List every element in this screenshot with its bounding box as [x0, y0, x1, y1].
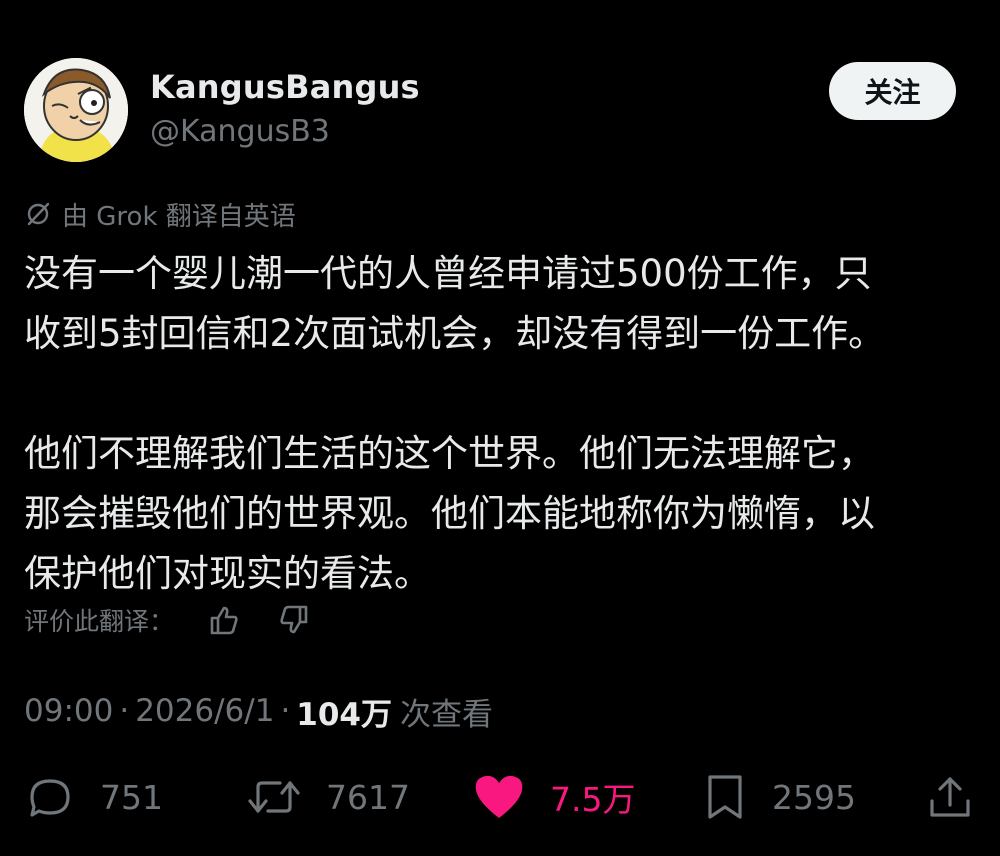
share-button[interactable]: [926, 766, 974, 828]
reply-count: 751: [100, 777, 163, 817]
thumbs-up-icon[interactable]: [204, 600, 244, 640]
tweet-meta: 09:00 · 2026/6/1 · 104万 次查看: [24, 686, 493, 736]
meta-separator-2: ·: [280, 693, 291, 729]
like-button[interactable]: 7.5万: [472, 766, 635, 828]
user-handle[interactable]: @KangusB3: [150, 114, 330, 149]
rate-translation: 评价此翻译：: [24, 598, 314, 642]
tweet-date[interactable]: 2026/6/1: [135, 693, 274, 729]
bookmark-icon: [708, 775, 742, 819]
bookmark-count: 2595: [772, 777, 856, 817]
follow-button[interactable]: 关注: [829, 62, 956, 120]
views-label: 次查看: [400, 696, 494, 733]
display-name[interactable]: KangusBangus: [150, 68, 420, 106]
tweet-text: 没有一个婴儿潮一代的人曾经申请过500份工作，只 收到5封回信和2次面试机会，却…: [24, 252, 886, 595]
views-count: 104万: [296, 696, 393, 733]
meta-separator: ·: [119, 693, 130, 729]
cartoon-avatar-icon: [24, 58, 128, 162]
heart-icon: [475, 775, 523, 818]
retweet-button[interactable]: 7617: [246, 766, 410, 828]
share-icon: [930, 777, 970, 817]
rate-translation-label: 评价此翻译：: [24, 607, 175, 636]
like-count: 7.5万: [550, 780, 636, 819]
reply-icon: [30, 779, 70, 817]
translation-note[interactable]: 由 Grok 翻译自英语: [24, 194, 296, 234]
retweet-count: 7617: [326, 777, 410, 817]
reply-button[interactable]: 751: [24, 766, 163, 828]
grok-icon: [27, 202, 50, 226]
translation-note-text: 由 Grok 翻译自英语: [62, 201, 296, 232]
action-bar: 751 7617 7.5万 2595: [0, 766, 1000, 828]
avatar[interactable]: [24, 58, 128, 162]
tweet-time[interactable]: 09:00: [24, 693, 113, 729]
thumbs-down-icon[interactable]: [274, 600, 314, 640]
retweet-icon: [248, 781, 300, 813]
bookmark-button[interactable]: 2595: [702, 766, 856, 828]
